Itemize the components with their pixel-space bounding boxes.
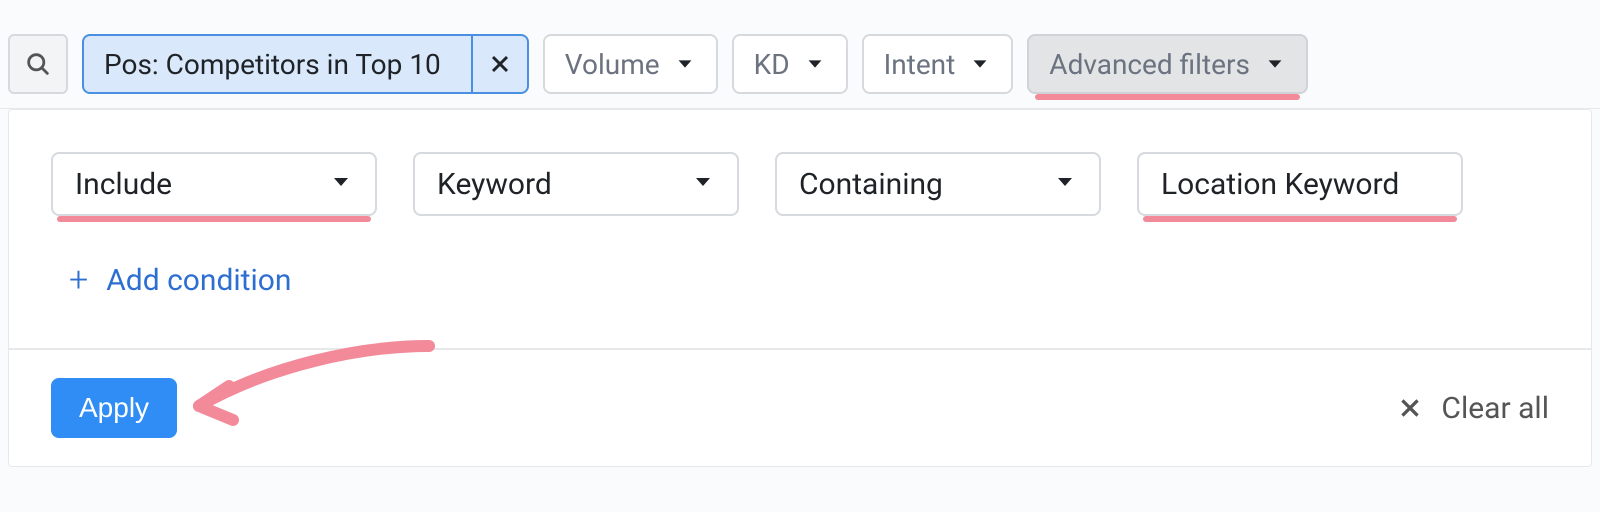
search-button[interactable] xyxy=(8,34,68,94)
add-condition-button[interactable]: + Add condition xyxy=(9,238,1591,348)
chevron-down-icon xyxy=(1053,167,1077,202)
chip-remove-button[interactable] xyxy=(471,36,527,92)
add-condition-label: Add condition xyxy=(106,263,291,298)
plus-icon: + xyxy=(69,260,88,300)
value-input-text: Location Keyword xyxy=(1161,167,1399,202)
panel-footer: Apply Clear all xyxy=(9,348,1591,466)
chevron-down-icon xyxy=(969,53,991,75)
chevron-down-icon xyxy=(329,167,353,202)
close-icon xyxy=(1397,395,1423,421)
operator-select-value: Containing xyxy=(799,167,943,202)
search-icon xyxy=(24,50,52,78)
annotation-arrow xyxy=(179,336,439,446)
value-input[interactable]: Location Keyword xyxy=(1137,152,1463,216)
chip-intent-label: Intent xyxy=(884,48,956,81)
chip-kd-label: KD xyxy=(754,48,790,81)
field-select[interactable]: Keyword xyxy=(413,152,739,216)
include-exclude-select[interactable]: Include xyxy=(51,152,377,216)
chevron-down-icon xyxy=(691,167,715,202)
chip-advanced-label: Advanced filters xyxy=(1049,48,1250,81)
clear-all-label: Clear all xyxy=(1441,391,1549,426)
chip-volume[interactable]: Volume xyxy=(543,34,718,94)
chevron-down-icon xyxy=(804,53,826,75)
chip-volume-label: Volume xyxy=(565,48,660,81)
filter-toolbar: Pos: Competitors in Top 10 Volume KD Int… xyxy=(0,0,1600,109)
chip-intent[interactable]: Intent xyxy=(862,34,1014,94)
operator-select[interactable]: Containing xyxy=(775,152,1101,216)
chip-kd[interactable]: KD xyxy=(732,34,848,94)
chip-position-filter[interactable]: Pos: Competitors in Top 10 xyxy=(82,34,529,94)
include-exclude-value: Include xyxy=(75,167,172,202)
close-icon xyxy=(488,52,512,76)
field-select-value: Keyword xyxy=(437,167,552,202)
chevron-down-icon xyxy=(1264,53,1286,75)
advanced-filters-panel: Include Keyword Containing Location Keyw… xyxy=(8,109,1592,467)
clear-all-button[interactable]: Clear all xyxy=(1397,391,1549,426)
chevron-down-icon xyxy=(674,53,696,75)
chip-advanced-filters[interactable]: Advanced filters xyxy=(1027,34,1308,94)
chip-position-label: Pos: Competitors in Top 10 xyxy=(104,48,457,81)
condition-row: Include Keyword Containing Location Keyw… xyxy=(9,110,1591,238)
apply-button[interactable]: Apply xyxy=(51,378,177,438)
